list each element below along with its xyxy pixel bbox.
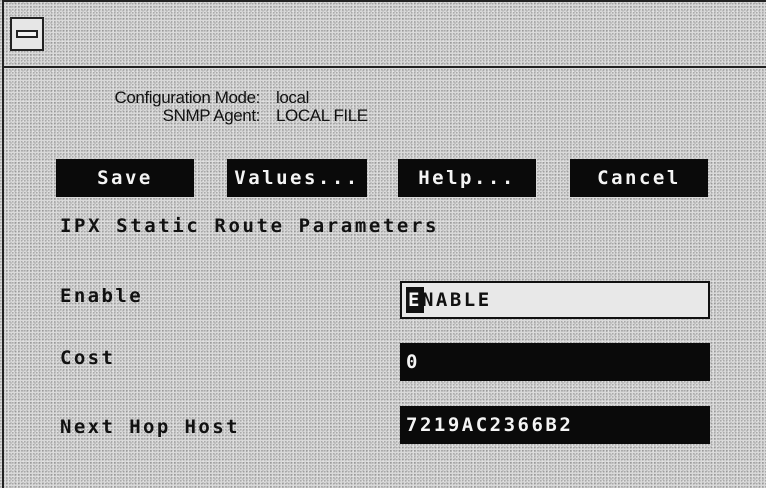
app-window: Configuration Mode: local SNMP Agent: LO… <box>2 0 766 488</box>
cancel-button[interactable]: Cancel <box>570 159 708 197</box>
help-button[interactable]: Help... <box>398 159 536 197</box>
cost-field-value: 0 <box>406 351 420 373</box>
values-button[interactable]: Values... <box>227 159 367 197</box>
snmp-agent-label: SNMP Agent: <box>162 106 261 125</box>
next-hop-host-label: Next Hop Host <box>60 416 240 438</box>
enable-field[interactable]: E NABLE <box>400 281 710 319</box>
config-mode-value: local <box>276 88 309 107</box>
next-hop-host-field[interactable]: 7219AC2366B2 <box>400 406 710 444</box>
next-hop-host-field-value: 7219AC2366B2 <box>406 414 574 436</box>
title-bar <box>4 2 766 68</box>
config-mode-label: Configuration Mode: <box>114 88 261 107</box>
cost-field[interactable]: 0 <box>400 343 710 381</box>
cost-label: Cost <box>60 347 116 369</box>
window-menu-button[interactable] <box>10 17 44 51</box>
snmp-agent-value: LOCAL FILE <box>276 106 368 125</box>
enable-field-value: NABLE <box>421 289 492 311</box>
window-menu-icon <box>16 30 38 38</box>
enable-label: Enable <box>60 285 144 307</box>
section-heading: IPX Static Route Parameters <box>60 215 440 237</box>
save-button[interactable]: Save <box>56 159 194 197</box>
text-cursor: E <box>406 287 424 313</box>
